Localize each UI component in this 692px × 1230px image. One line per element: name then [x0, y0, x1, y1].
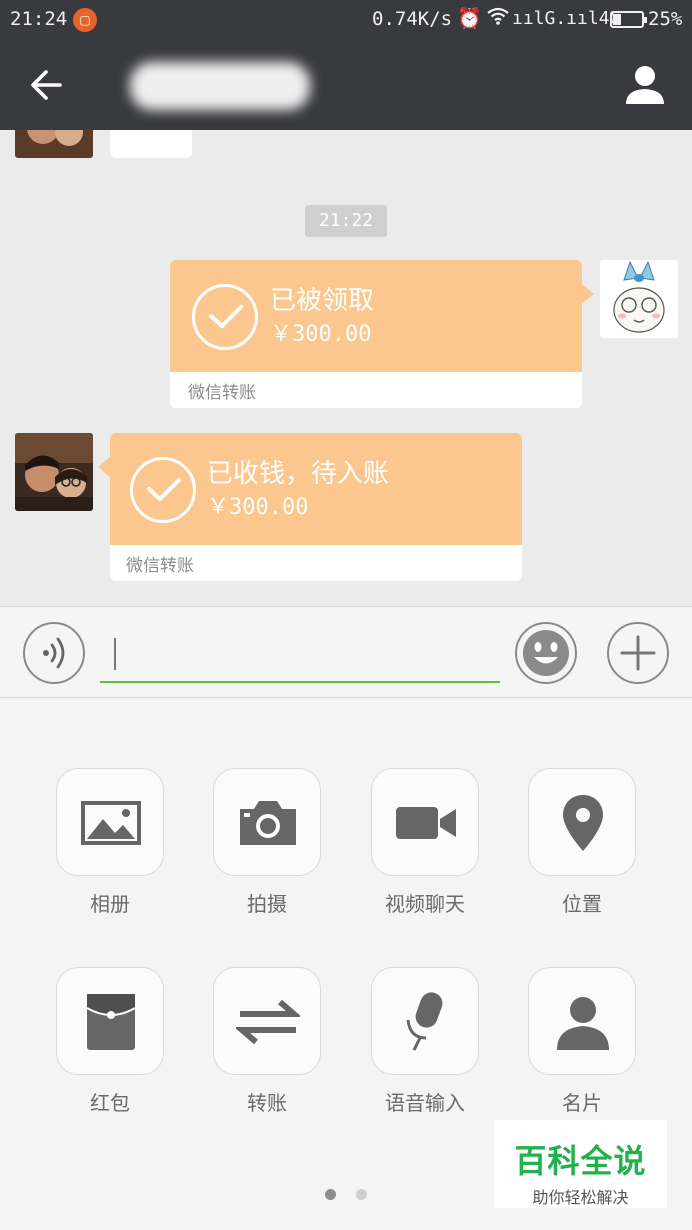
tool-contact-card[interactable]: 名片: [528, 967, 636, 1116]
chat-history[interactable]: 21:22 已被领取 ￥300.00 微信转账 已收钱，待入账 ￥300.00 …: [0, 130, 692, 606]
watermark-subtitle: 助你轻松解决: [532, 1188, 629, 1207]
emoji-button[interactable]: [515, 622, 577, 684]
title-bar: [0, 38, 692, 130]
wifi-icon: [486, 6, 510, 31]
battery-percent: 25%: [648, 8, 683, 30]
back-button[interactable]: [22, 60, 72, 110]
transfer-card-header: 已收钱，待入账 ￥300.00: [110, 433, 522, 545]
watermark-title: 百科全说: [514, 1142, 647, 1180]
tool-camera[interactable]: 拍摄: [213, 768, 321, 917]
tool-label: 名片: [562, 1091, 602, 1115]
tool-tile[interactable]: [528, 768, 636, 876]
tool-album[interactable]: 相册: [56, 768, 164, 917]
tool-label: 视频聊天: [385, 892, 465, 916]
tool-tile[interactable]: [528, 967, 636, 1075]
page-indicator-active[interactable]: [325, 1189, 336, 1200]
microphone-icon: [406, 992, 443, 1051]
chat-info-button[interactable]: [620, 60, 670, 110]
voice-mode-button[interactable]: [23, 622, 85, 684]
tool-voice-input[interactable]: 语音输入: [371, 967, 479, 1116]
tool-label: 转账: [247, 1091, 287, 1115]
contact-card-icon: [557, 997, 609, 1050]
check-circle-icon: [130, 457, 196, 523]
tool-label: 红包: [90, 1091, 130, 1115]
transfer-card-received[interactable]: 已收钱，待入账 ￥300.00 微信转账: [98, 433, 522, 581]
more-button[interactable]: [607, 622, 669, 684]
location-icon: [563, 795, 603, 851]
contact-name-blurred: [130, 62, 310, 110]
transfer-card-header: 已被领取 ￥300.00: [170, 260, 582, 372]
text-cursor: [114, 638, 116, 670]
alarm-icon: ⏰: [457, 6, 482, 30]
transfer-icon: [236, 999, 300, 1045]
camera-icon: [240, 801, 296, 845]
tool-video-chat[interactable]: 视频聊天: [371, 768, 479, 917]
tool-location[interactable]: 位置: [528, 768, 636, 917]
tool-tile[interactable]: [56, 768, 164, 876]
input-bar: [0, 606, 692, 698]
album-icon: [81, 801, 141, 845]
tool-label: 拍摄: [247, 892, 287, 916]
my-avatar[interactable]: [600, 260, 678, 338]
status-bar: 21:24 ▢ 0.74K/s ⏰ ıılG.ııl4G 25%: [0, 0, 692, 38]
signal-indicator: ıılG.ııl4G: [512, 8, 621, 29]
status-time: 21:24: [10, 8, 68, 30]
network-speed: 0.74K/s: [372, 8, 453, 30]
voice-icon: [43, 637, 65, 669]
tool-tile[interactable]: [213, 967, 321, 1075]
transfer-status: 已被领取: [270, 286, 375, 316]
video-icon: [396, 807, 456, 839]
tool-label: 语音输入: [385, 1091, 465, 1115]
transfer-card-sent[interactable]: 已被领取 ￥300.00 微信转账: [170, 260, 594, 408]
check-circle-icon: [192, 284, 258, 350]
tool-label: 相册: [90, 892, 130, 916]
battery-level: [613, 14, 621, 25]
previous-message-bubble[interactable]: [110, 130, 192, 158]
bubble-tail: [98, 457, 110, 477]
tool-tile[interactable]: [371, 967, 479, 1075]
message-timestamp: 21:22: [305, 205, 387, 237]
watermark-logo: 百科全说 助你轻松解决: [494, 1120, 667, 1208]
page-indicator[interactable]: [356, 1189, 367, 1200]
transfer-amount: ￥300.00: [270, 322, 372, 347]
more-tools-panel: 相册 拍摄 视频聊天 位置 红包 转账 语音输入 名片 百科全说 助你轻松解决: [0, 698, 692, 1230]
back-arrow-icon: [31, 70, 62, 100]
tool-tile[interactable]: [371, 768, 479, 876]
transfer-amount: ￥300.00: [207, 495, 309, 520]
transfer-label: 微信转账: [126, 556, 194, 576]
contact-avatar[interactable]: [15, 130, 93, 158]
red-packet-icon: [86, 994, 136, 1050]
battery-icon: [610, 11, 647, 28]
tool-red-packet[interactable]: 红包: [56, 967, 164, 1116]
transfer-label: 微信转账: [188, 383, 256, 403]
notification-icon: ▢: [73, 8, 97, 32]
bubble-tail: [582, 284, 594, 304]
smiley-icon: [523, 630, 569, 676]
plus-icon: [620, 635, 656, 671]
transfer-status: 已收钱，待入账: [207, 459, 390, 489]
tool-transfer[interactable]: 转账: [213, 967, 321, 1116]
message-input[interactable]: [100, 627, 500, 683]
tool-label: 位置: [562, 892, 602, 916]
contact-avatar[interactable]: [15, 433, 93, 511]
tool-tile[interactable]: [56, 967, 164, 1075]
tool-tile[interactable]: [213, 768, 321, 876]
person-icon: [626, 66, 664, 104]
